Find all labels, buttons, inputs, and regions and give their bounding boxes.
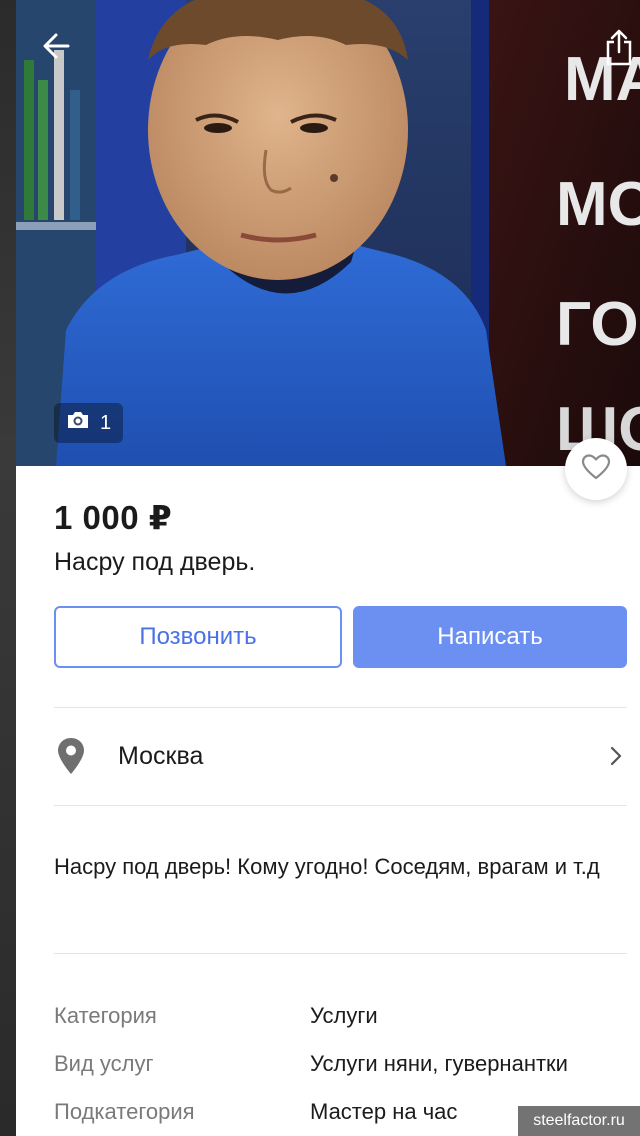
heart-icon	[581, 453, 611, 486]
param-key: Вид услуг	[54, 1051, 154, 1076]
back-arrow-icon[interactable]	[38, 28, 74, 64]
listing-price: 1 000 ₽	[54, 499, 173, 536]
listing-description: Насру под дверь! Кому угодно! Соседям, в…	[54, 854, 600, 879]
param-row: Вид услуг Услуги няни, гувернантки	[54, 1040, 627, 1088]
share-icon[interactable]	[604, 28, 640, 68]
photo-count-value: 1	[100, 411, 112, 434]
camera-icon	[66, 410, 90, 436]
screen-edge	[0, 0, 16, 1136]
listing-details: 1 000 ₽ Насру под дверь. Позвонить Напис…	[16, 466, 640, 1136]
photo-image: МА МО ГОР ШО	[16, 0, 640, 466]
listing-photo[interactable]: МА МО ГОР ШО	[16, 0, 640, 466]
chevron-right-icon	[607, 745, 625, 767]
photo-count-badge: 1	[54, 403, 124, 443]
listing-screen: МА МО ГОР ШО	[0, 0, 640, 1136]
sign-text-3: ГОР	[556, 290, 640, 359]
param-key: Подкатегория	[54, 1099, 195, 1124]
call-button[interactable]: Позвонить	[54, 606, 342, 668]
location-row[interactable]: Москва	[54, 708, 627, 804]
map-pin-icon	[54, 736, 88, 776]
divider	[54, 805, 627, 806]
param-value: Услуги няни, гувернантки	[310, 1051, 568, 1076]
param-value: Мастер на час	[310, 1099, 458, 1124]
param-row: Категория Услуги	[54, 992, 627, 1040]
watermark: steelfactor.ru	[518, 1106, 640, 1136]
param-value: Услуги	[310, 1003, 378, 1028]
write-message-button[interactable]: Написать	[353, 606, 627, 668]
listing-title: Насру под дверь.	[54, 548, 256, 576]
location-city: Москва	[118, 741, 204, 770]
favorite-button[interactable]	[565, 438, 627, 500]
param-key: Категория	[54, 1003, 157, 1028]
sign-text-2: МО	[556, 170, 640, 239]
divider	[54, 953, 627, 954]
